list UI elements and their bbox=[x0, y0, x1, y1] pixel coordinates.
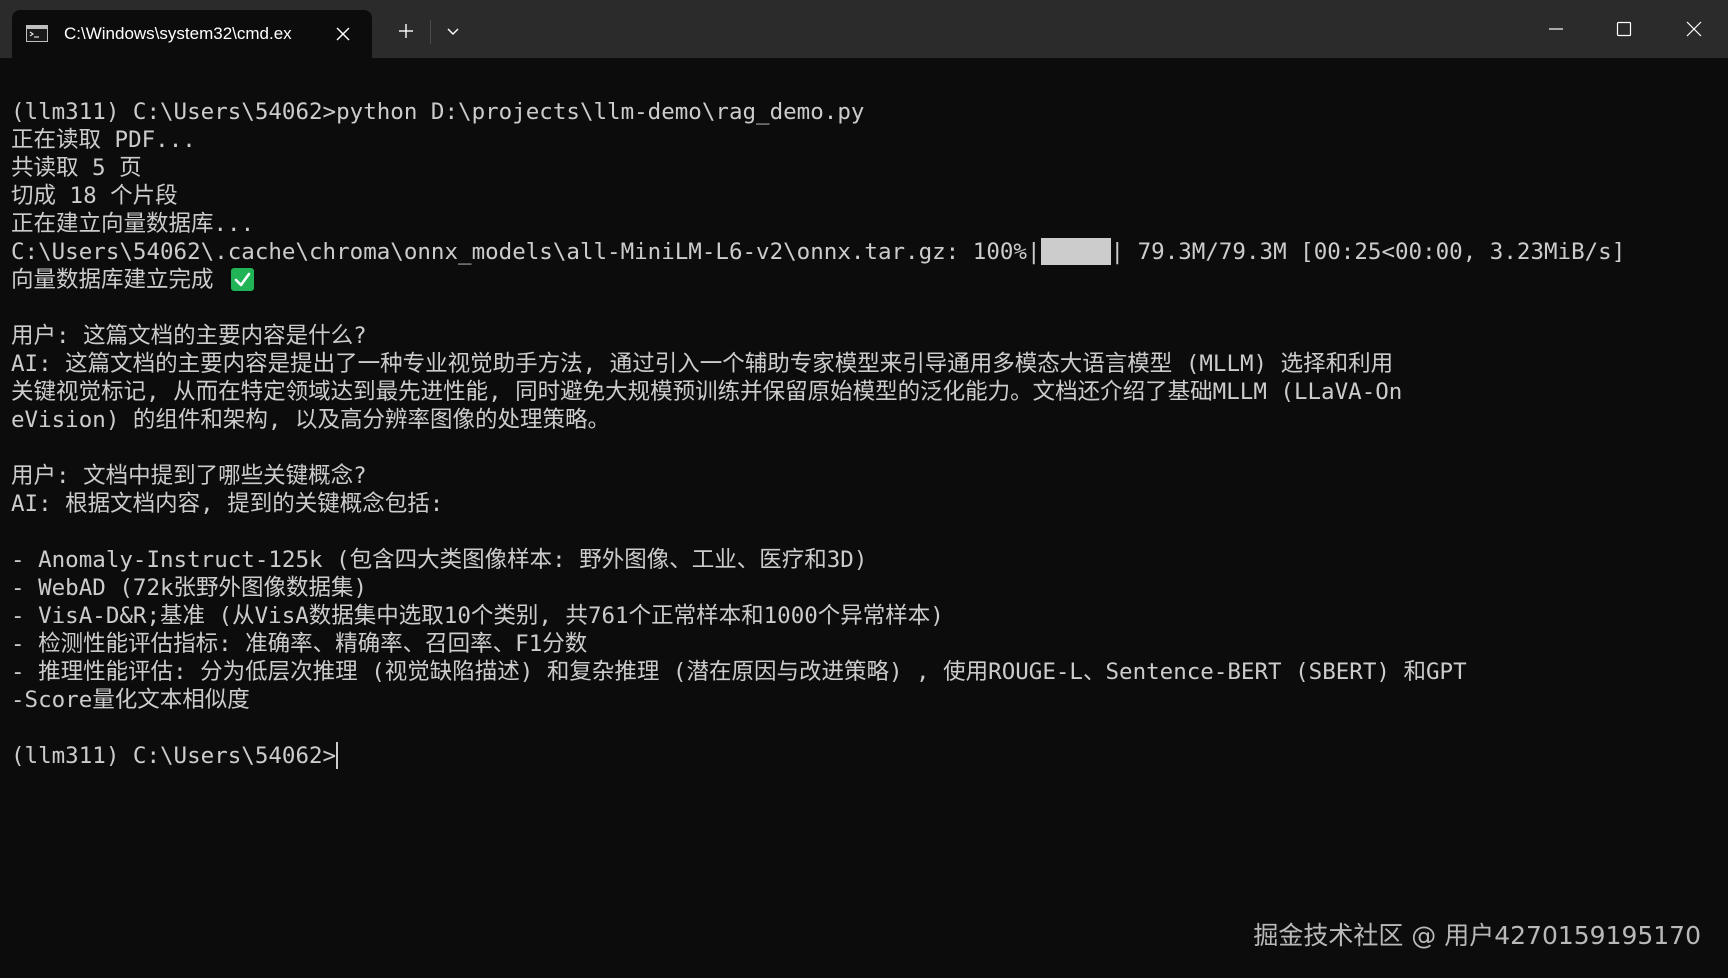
new-tab-button[interactable] bbox=[390, 16, 422, 46]
close-window-button[interactable] bbox=[1660, 0, 1728, 58]
maximize-icon bbox=[1616, 21, 1632, 37]
terminal-window: C:\Windows\system32\cmd.ex (llm311) C:\U… bbox=[0, 0, 1728, 978]
tab-cmd[interactable]: C:\Windows\system32\cmd.ex bbox=[12, 10, 372, 58]
terminal-line: 用户: 文档中提到了哪些关键概念? bbox=[11, 463, 367, 489]
terminal-icon bbox=[26, 25, 48, 42]
terminal-line: - 检测性能评估指标: 准确率、精确率、召回率、F1分数 bbox=[11, 631, 588, 657]
terminal-line: - 推理性能评估: 分为低层次推理 (视觉缺陷描述) 和复杂推理 (潜在原因与改… bbox=[11, 659, 1467, 685]
plus-icon bbox=[399, 24, 413, 38]
maximize-button[interactable] bbox=[1590, 0, 1658, 58]
chevron-down-icon bbox=[447, 28, 459, 35]
progress-prefix: C:\Users\54062\.cache\chroma\onnx_models… bbox=[11, 239, 1041, 265]
minimize-button[interactable] bbox=[1522, 0, 1590, 58]
terminal-line: - VisA-D&R;基准 (从VisA数据集中选取10个类别, 共761个正常… bbox=[11, 603, 944, 629]
terminal-line: 正在读取 PDF... bbox=[11, 127, 196, 153]
title-bar: C:\Windows\system32\cmd.ex bbox=[0, 0, 1728, 58]
text-cursor bbox=[336, 742, 339, 769]
close-icon[interactable] bbox=[332, 23, 354, 45]
close-icon bbox=[1686, 21, 1702, 37]
terminal-line: - WebAD (72k张野外图像数据集) bbox=[11, 575, 368, 601]
prompt-text: (llm311) C:\Users\54062> bbox=[11, 743, 337, 769]
terminal-line: 用户: 这篇文档的主要内容是什么? bbox=[11, 323, 367, 349]
terminal-line: -Score量化文本相似度 bbox=[11, 687, 250, 713]
terminal-line: - Anomaly-Instruct-125k (包含四大类图像样本: 野外图像… bbox=[11, 547, 868, 573]
minimize-icon bbox=[1549, 28, 1563, 30]
terminal-line: 正在建立向量数据库... bbox=[11, 211, 255, 237]
terminal-line: 切成 18 个片段 bbox=[11, 183, 178, 209]
prompt-line[interactable]: (llm311) C:\Users\54062> bbox=[11, 742, 1717, 770]
terminal-line: AI: 根据文档内容, 提到的关键概念包括: bbox=[11, 491, 444, 517]
terminal-output[interactable]: (llm311) C:\Users\54062>python D:\projec… bbox=[11, 98, 1717, 770]
terminal-line: 共读取 5 页 bbox=[11, 155, 142, 181]
tab-title: C:\Windows\system32\cmd.ex bbox=[64, 24, 292, 43]
terminal-line: AI: 这篇文档的主要内容是提出了一种专业视觉助手方法, 通过引入一个辅助专家模… bbox=[11, 351, 1394, 377]
progress-suffix: | 79.3M/79.3M [00:25<00:00, 3.23MiB/s] bbox=[1110, 239, 1626, 265]
tab-separator bbox=[430, 20, 431, 44]
tab-dropdown-button[interactable] bbox=[438, 18, 468, 46]
progress-bar bbox=[1040, 238, 1111, 265]
terminal-line: 向量数据库建立完成 bbox=[11, 266, 1717, 294]
terminal-line: eVision) 的组件和架构, 以及高分辨率图像的处理策略。 bbox=[11, 407, 611, 433]
terminal-line: 关键视觉标记, 从而在特定领域达到最先进性能, 同时避免大规模预训练并保留原始模… bbox=[11, 379, 1403, 405]
progress-line: C:\Users\54062\.cache\chroma\onnx_models… bbox=[11, 238, 1717, 266]
terminal-line: (llm311) C:\Users\54062>python D:\projec… bbox=[11, 99, 865, 125]
status-text: 向量数据库建立完成 bbox=[11, 267, 214, 293]
watermark: 掘金技术社区 @ 用户4270159195170 bbox=[1253, 921, 1701, 950]
check-mark-icon bbox=[231, 268, 255, 291]
